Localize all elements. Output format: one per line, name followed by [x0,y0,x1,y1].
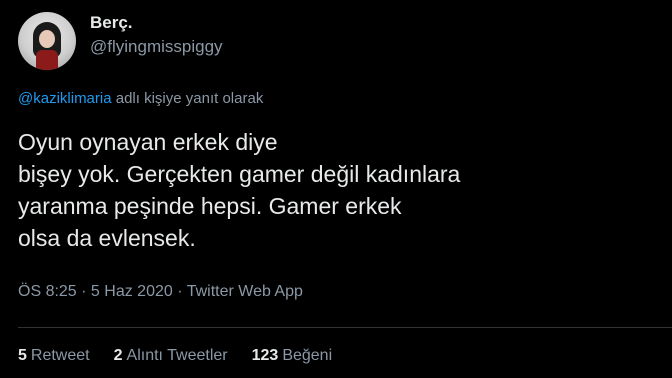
display-name[interactable]: Berç. [90,12,223,34]
reply-context: @kaziklimaria adlı kişiye yanıt olarak [18,90,263,107]
like-label: Beğeni [282,347,333,364]
tweet-text-line: yaranma peşinde hepsi. Gamer erkek [18,193,402,219]
like-count: 123 [251,347,279,364]
tweet-header: Berç. @flyingmisspiggy [18,12,223,70]
author-names: Berç. @flyingmisspiggy [90,12,223,58]
retweet-label: Retweet [30,347,90,364]
reply-suffix: adlı kişiye yanıt olarak [111,90,264,107]
tweet-timestamp[interactable]: ÖS 8:25 · 5 Haz 2020 · Twitter Web App [18,283,303,301]
quote-label: Alıntı Tweetler [126,347,228,364]
handle[interactable]: @flyingmisspiggy [90,36,223,58]
retweet-count: 5 [18,347,27,364]
reply-mention-link[interactable]: @kaziklimaria [18,90,112,107]
quote-count: 2 [113,347,123,364]
divider [18,327,672,328]
quote-count-link[interactable]: 2 Alıntı Tweetler [114,347,228,365]
avatar[interactable] [18,12,76,70]
retweet-count-link[interactable]: 5 Retweet [18,347,90,365]
tweet-stats: 5 Retweet 2 Alıntı Tweetler 123 Beğeni [18,347,356,365]
avatar-dress [36,50,58,70]
tweet-card: Berç. @flyingmisspiggy @kaziklimaria adl… [0,0,672,378]
tweet-text: Oyun oynayan erkek diye bişey yok. Gerçe… [18,126,658,254]
tweet-text-line: Oyun oynayan erkek diye [18,129,278,155]
tweet-text-line: olsa da evlensek. [18,225,196,251]
like-count-link[interactable]: 123 Beğeni [252,347,333,365]
tweet-text-line: bişey yok. Gerçekten gamer değil kadınla… [18,161,461,187]
avatar-face [39,30,55,48]
